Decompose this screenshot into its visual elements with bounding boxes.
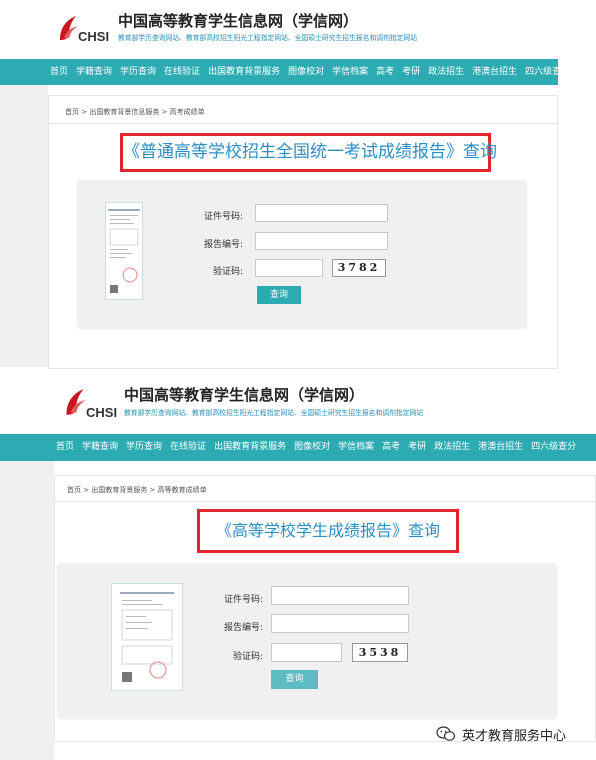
nav-hk-mo-tw-admission[interactable]: 港澳台招生	[472, 59, 517, 85]
query-button[interactable]: 查询	[271, 670, 318, 689]
captcha-input[interactable]	[271, 643, 342, 662]
nav-degree-query[interactable]: 学历查询	[126, 434, 162, 461]
report-sample-graphic	[108, 209, 140, 293]
nav-image-check[interactable]: 图像校对	[288, 59, 324, 85]
nav-image-check[interactable]: 图像校对	[294, 434, 330, 461]
page-gutter	[0, 461, 54, 760]
nav-hk-mo-tw-admission[interactable]: 港澳台招生	[478, 434, 523, 461]
logo-text: CHSI	[78, 29, 110, 44]
wechat-icon	[436, 726, 456, 741]
query-form-card: 证件号码: 报告编号: 验证码: 3538 查询	[57, 563, 557, 718]
nav-online-verify[interactable]: 在线验证	[170, 434, 206, 461]
nav-overseas-service[interactable]: 出国教育背景服务	[214, 434, 286, 461]
chsi-logo[interactable]: CHSI	[62, 385, 122, 421]
site-title: 中国高等教育学生信息网（学信网）	[124, 386, 365, 404]
nav-cet-score[interactable]: 四六级查分	[531, 434, 576, 461]
id-number-label: 证件号码:	[223, 595, 263, 605]
captcha-label: 验证码:	[232, 652, 263, 662]
nav-law-admission[interactable]: 政法招生	[434, 434, 470, 461]
captcha-image[interactable]: 3538	[352, 643, 408, 662]
nav-home[interactable]: 首页	[50, 59, 68, 85]
page-gutter	[0, 85, 48, 367]
report-number-input[interactable]	[255, 232, 388, 250]
nav-cet-score[interactable]: 四六级查分	[525, 59, 558, 85]
nav-overseas-service[interactable]: 出国教育背景服务	[208, 59, 280, 85]
screenshot-panel-1: CHSI 中国高等教育学生信息网（学信网） 教育部学历查询网站、教育部高校招生阳…	[0, 0, 596, 372]
nav-student-archive[interactable]: 学信档案	[332, 59, 368, 85]
query-title-highlight: 《高等学校学生成绩报告》查询	[197, 509, 459, 553]
breadcrumb: 首页 > 出国教育背景信息服务 > 高考成绩单	[65, 108, 205, 116]
query-form-card: 证件号码: 报告编号: 验证码: 3782 查询	[77, 180, 527, 328]
breadcrumb-divider	[55, 501, 595, 502]
nav-student-archive[interactable]: 学信档案	[338, 434, 374, 461]
main-nav: 首页 学籍查询 学历查询 在线验证 出国教育背景服务 图像校对 学信档案 高考 考研 政法招生 港澳…	[0, 59, 558, 85]
nav-law-admission[interactable]: 政法招生	[428, 59, 464, 85]
report-number-label: 报告编号:	[223, 623, 263, 633]
logo-text: CHSI	[86, 405, 118, 420]
nav-online-verify[interactable]: 在线验证	[164, 59, 200, 85]
chsi-logo[interactable]: CHSI	[56, 12, 110, 46]
nav-degree-query[interactable]: 学历查询	[120, 59, 156, 85]
content-area: 首页 > 出国教育背景服务 > 高等教育成绩单 《高等学校学生成绩报告》查询 证…	[54, 475, 596, 742]
report-sample-image	[111, 583, 183, 691]
logo-bird-icon	[60, 16, 78, 40]
captcha-image[interactable]: 3782	[332, 259, 386, 277]
breadcrumb: 首页 > 出国教育背景服务 > 高等教育成绩单	[67, 486, 207, 494]
nav-kaoyan[interactable]: 考研	[402, 59, 420, 85]
breadcrumb-divider	[49, 123, 557, 124]
nav-gaokao[interactable]: 高考	[382, 434, 400, 461]
captcha-label: 验证码:	[212, 267, 243, 277]
content-area: 首页 > 出国教育背景信息服务 > 高考成绩单 《普通高等学校招生全国统一考试成…	[48, 95, 558, 369]
report-sample-graphic	[120, 592, 174, 682]
query-button[interactable]: 查询	[257, 286, 301, 304]
nav-gaokao[interactable]: 高考	[376, 59, 394, 85]
nav-home[interactable]: 首页	[56, 434, 74, 461]
captcha-input[interactable]	[255, 259, 323, 277]
site-subtitle: 教育部学历查询网站、教育部高校招生阳光工程指定网站、全国硕士研究生招生报名和调剂…	[124, 409, 424, 417]
nav-enrollment-query[interactable]: 学籍查询	[82, 434, 118, 461]
report-sample-image	[105, 202, 143, 300]
screenshot-panel-2: CHSI 中国高等教育学生信息网（学信网） 教育部学历查询网站、教育部高校招生阳…	[0, 380, 596, 760]
report-number-label: 报告编号:	[203, 240, 243, 250]
logo-bird-icon	[66, 389, 86, 415]
report-number-input[interactable]	[271, 614, 409, 633]
main-nav: 首页 学籍查询 学历查询 在线验证 出国教育背景服务 图像校对 学信档案 高考 考研 政法招生 港澳…	[0, 434, 596, 461]
id-number-input[interactable]	[255, 204, 388, 222]
nav-enrollment-query[interactable]: 学籍查询	[76, 59, 112, 85]
nav-kaoyan[interactable]: 考研	[408, 434, 426, 461]
site-title: 中国高等教育学生信息网（学信网）	[118, 12, 359, 30]
wechat-watermark: 英才教育服务中心	[436, 725, 566, 744]
id-number-label: 证件号码:	[203, 212, 243, 222]
id-number-input[interactable]	[271, 586, 409, 605]
site-subtitle: 教育部学历查询网站、教育部高校招生阳光工程指定网站、全国硕士研究生招生报名和调剂…	[118, 34, 418, 42]
watermark-text: 英才教育服务中心	[462, 729, 567, 744]
query-title-highlight: 《普通高等学校招生全国统一考试成绩报告》查询	[120, 133, 497, 172]
